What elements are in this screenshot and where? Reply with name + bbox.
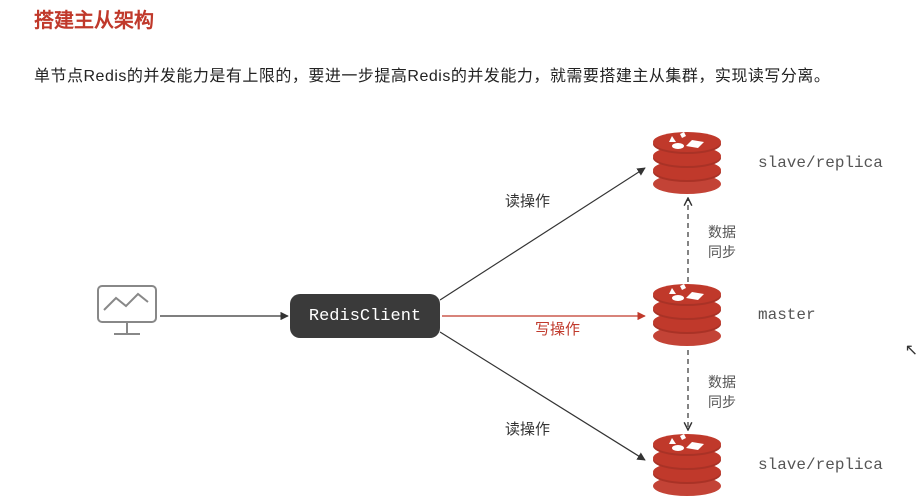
sync-label-bottom: 数据 同步: [702, 372, 742, 412]
sync-bottom-line1: 数据: [702, 372, 742, 392]
redis-node-slave-bottom: [648, 430, 726, 503]
cursor-icon: ↖: [905, 340, 918, 360]
description-text: 单节点Redis的并发能力是有上限的，要进一步提高Redis的并发能力，就需要搭…: [34, 62, 830, 86]
redis-client-box: RedisClient: [290, 294, 440, 338]
sync-top-line1: 数据: [702, 222, 742, 242]
sync-top-line2: 同步: [702, 242, 742, 262]
redis-node-master: [648, 280, 726, 353]
sync-label-top: 数据 同步: [702, 222, 742, 262]
sync-bottom-line2: 同步: [702, 392, 742, 412]
node-label-slave-top: slave/replica: [758, 154, 883, 172]
node-label-master: master: [758, 306, 816, 324]
node-label-slave-bottom: slave/replica: [758, 456, 883, 474]
client-monitor-icon: [96, 284, 158, 345]
redis-client-label: RedisClient: [309, 307, 421, 326]
edge-label-read-top: 读操作: [505, 190, 550, 211]
page-title: 搭建主从架构: [34, 4, 154, 33]
edge-label-write: 写操作: [535, 318, 580, 339]
edge-label-read-bottom: 读操作: [505, 418, 550, 439]
redis-node-slave-top: [648, 128, 726, 201]
